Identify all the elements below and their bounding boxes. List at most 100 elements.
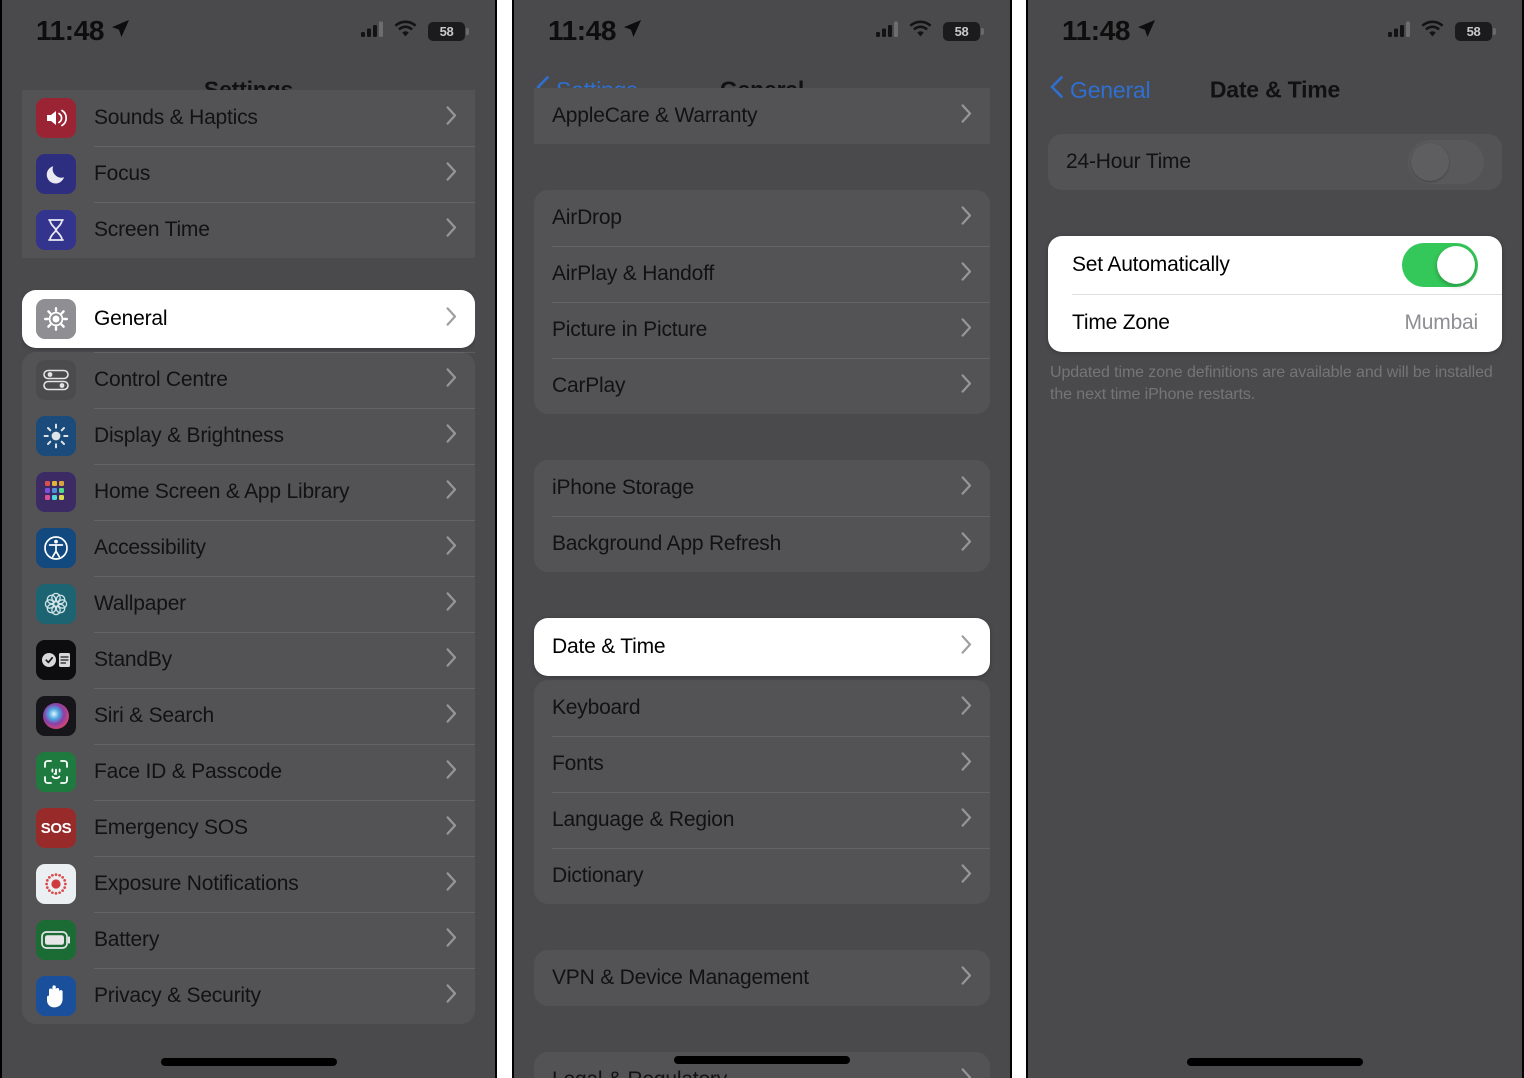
toggle-switch[interactable] — [1408, 140, 1484, 184]
general-group-3-rest: Keyboard Fonts Language & Region Diction… — [534, 680, 990, 904]
list-item[interactable]: Home Screen & App Library — [22, 464, 475, 520]
list-item[interactable]: Siri & Search — [22, 688, 475, 744]
chevron-right-icon — [446, 424, 457, 448]
wifi-icon — [1421, 20, 1444, 42]
chevron-right-icon — [446, 704, 457, 728]
app-icon — [36, 154, 76, 194]
list-item[interactable]: Set Automatically — [1048, 236, 1502, 294]
app-icon — [36, 210, 76, 250]
chevron-right-icon — [961, 374, 972, 398]
chevron-right-icon — [961, 262, 972, 286]
list-item[interactable]: Time Zone Mumbai — [1048, 294, 1502, 352]
list-item-label: Time Zone — [1072, 311, 1170, 334]
status-bar-right: 58 — [1388, 20, 1496, 42]
app-icon — [36, 696, 76, 736]
cellular-bars-icon — [361, 21, 383, 42]
list-item[interactable]: Sounds & Haptics — [22, 90, 475, 146]
wifi-icon — [909, 20, 932, 42]
time-zone-footer-note: Updated time zone definitions are availa… — [1050, 364, 1493, 403]
chevron-right-icon — [446, 760, 457, 784]
chevron-right-icon — [446, 480, 457, 504]
general-list-scroll[interactable]: AppleCare & Warranty AirDrop AirPlay & H… — [514, 88, 1010, 1078]
list-item[interactable]: Exposure Notifications — [22, 856, 475, 912]
list-item[interactable]: AppleCare & Warranty — [534, 88, 990, 144]
list-item[interactable]: AirDrop — [534, 190, 990, 246]
list-item[interactable]: Screen Time — [22, 202, 475, 258]
list-item[interactable]: AirPlay & Handoff — [534, 246, 990, 302]
list-item-value: Mumbai — [1404, 311, 1479, 334]
list-item-label: Display & Brightness — [94, 424, 284, 447]
list-item-label: Legal & Regulatory — [552, 1068, 961, 1078]
list-item[interactable]: Display & Brightness — [22, 408, 475, 464]
list-item-label: AirPlay & Handoff — [552, 262, 714, 285]
app-icon — [36, 416, 76, 456]
list-item[interactable]: 24-Hour Time — [1048, 134, 1502, 190]
home-indicator — [674, 1056, 850, 1064]
list-item[interactable]: Accessibility — [22, 520, 475, 576]
chevron-right-icon — [961, 808, 972, 832]
app-icon — [36, 584, 76, 624]
list-item[interactable]: Keyboard — [534, 680, 990, 736]
general-group-2: iPhone Storage Background App Refresh — [534, 460, 990, 572]
battery-level-label: 58 — [954, 23, 969, 39]
status-bar-left: 11:48 — [36, 17, 130, 45]
settings-group-1: Sounds & Haptics Focus Screen Time — [22, 90, 475, 258]
app-icon — [36, 472, 76, 512]
iphone-panel-date-time: 11:48 58 General Date & Time 24-Hour Tim… — [1026, 0, 1524, 1078]
list-item[interactable]: Dictionary — [534, 848, 990, 904]
list-item-label: CarPlay — [552, 374, 626, 397]
list-item[interactable]: Battery — [22, 912, 475, 968]
nav-bar: General Date & Time — [1028, 62, 1522, 118]
toggle-switch[interactable] — [1402, 243, 1478, 287]
list-item-general-highlighted[interactable]: General — [22, 290, 475, 348]
general-group-1: AirDrop AirPlay & Handoff Picture in Pic… — [534, 190, 990, 414]
list-item[interactable]: Language & Region — [534, 792, 990, 848]
date-time-highlight-card: Set Automatically Time Zone Mumbai — [1048, 236, 1502, 352]
chevron-right-icon — [961, 752, 972, 776]
list-item[interactable]: CarPlay — [534, 358, 990, 414]
app-icon — [36, 360, 76, 400]
list-item[interactable]: Picture in Picture — [534, 302, 990, 358]
app-icon — [36, 976, 76, 1016]
list-item[interactable]: Privacy & Security — [22, 968, 475, 1024]
list-item-label: Wallpaper — [94, 592, 186, 615]
list-item[interactable]: Focus — [22, 146, 475, 202]
list-item[interactable]: StandBy — [22, 632, 475, 688]
status-bar: 11:48 58 — [514, 0, 1010, 62]
location-arrow-icon — [111, 19, 130, 43]
settings-list-scroll[interactable]: Sounds & Haptics Focus Screen Time Gener… — [2, 90, 495, 1078]
list-item[interactable]: Wallpaper — [22, 576, 475, 632]
chevron-right-icon — [961, 206, 972, 230]
app-icon — [36, 299, 76, 339]
list-item[interactable]: Control Centre — [22, 352, 475, 408]
general-group-0: AppleCare & Warranty — [534, 88, 990, 144]
general-group-3: Date & Time Keyboard Fonts Language & Re… — [534, 618, 990, 904]
list-item-label: Accessibility — [94, 536, 206, 559]
list-item[interactable]: Face ID & Passcode — [22, 744, 475, 800]
app-icon — [36, 920, 76, 960]
list-item-date-time-highlighted[interactable]: Date & Time — [534, 618, 990, 676]
chevron-right-icon — [961, 966, 972, 990]
battery-icon: 58 — [943, 21, 984, 41]
list-item-label: Siri & Search — [94, 704, 214, 727]
list-item[interactable]: VPN & Device Management — [534, 950, 990, 1006]
home-indicator — [160, 1058, 337, 1066]
chevron-right-icon — [446, 648, 457, 672]
settings-group-2: General Control Centre Display & Brightn… — [22, 290, 475, 1024]
list-item[interactable]: SOS Emergency SOS — [22, 800, 475, 856]
list-item-label: Battery — [94, 928, 160, 951]
chevron-right-icon — [446, 368, 457, 392]
chevron-right-icon — [961, 1068, 972, 1078]
app-icon — [36, 640, 76, 680]
status-bar: 11:48 58 — [1028, 0, 1522, 62]
status-bar-left: 11:48 — [1062, 17, 1156, 45]
chevron-right-icon — [446, 218, 457, 242]
chevron-right-icon — [446, 872, 457, 896]
cellular-bars-icon — [1388, 21, 1410, 42]
list-item[interactable]: Fonts — [534, 736, 990, 792]
list-item[interactable]: iPhone Storage — [534, 460, 990, 516]
list-item[interactable]: Background App Refresh — [534, 516, 990, 572]
date-time-list-scroll[interactable]: 24-Hour Time Set Automatically Time Zone… — [1028, 118, 1522, 1078]
chevron-right-icon — [961, 318, 972, 342]
status-bar-clock: 11:48 — [548, 15, 617, 46]
